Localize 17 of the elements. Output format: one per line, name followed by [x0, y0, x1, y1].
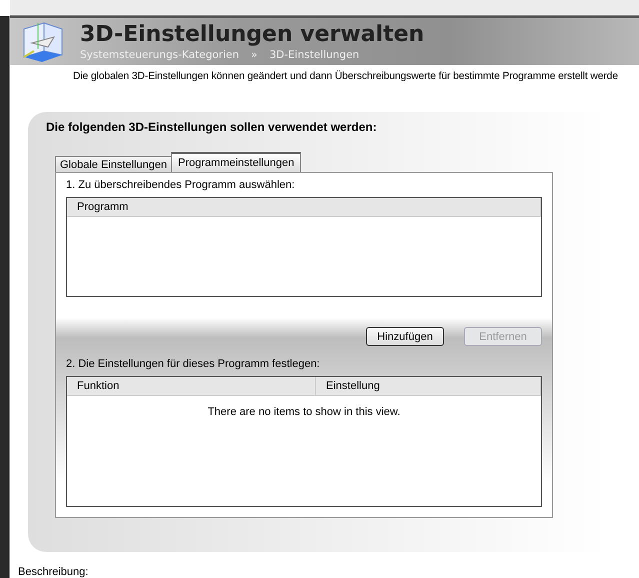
breadcrumb-separator: » — [251, 48, 258, 61]
step-label: 2. Die Einstellungen für dieses Programm festlegen: — [66, 358, 321, 370]
tab[interactable]: Programmeinstellungen — [171, 152, 302, 172]
breadcrumb-current: 3D-Einstellungen — [269, 48, 360, 61]
column-header[interactable]: Programm — [67, 198, 541, 216]
list-button[interactable]: Hinzufügen — [366, 327, 444, 346]
panel-heading: Die folgenden 3D-Einstellungen sollen verwendet werden: — [46, 120, 378, 134]
tab[interactable]: Globale Einstellungen — [55, 156, 172, 172]
step-label: 1. Zu überschreibendes Programm auswählen: — [66, 179, 296, 192]
page-title: 3D-Einstellungen verwalten — [80, 22, 424, 47]
empty-message: There are no items to show in this view. — [208, 406, 400, 418]
intro-text: Die globalen 3D-Einstellungen können geändert und dann Überschreibungswerte für bestimmte Programme erstellt werde — [72, 69, 618, 82]
settings-list[interactable]: Funktion Einstellung There are no items to show in this view. — [66, 376, 542, 508]
column-header[interactable]: Funktion — [67, 377, 316, 396]
program-list[interactable]: Programm — [66, 197, 542, 298]
description-label: Beschreibung: — [17, 564, 90, 578]
column-header[interactable]: Einstellung — [316, 377, 541, 396]
